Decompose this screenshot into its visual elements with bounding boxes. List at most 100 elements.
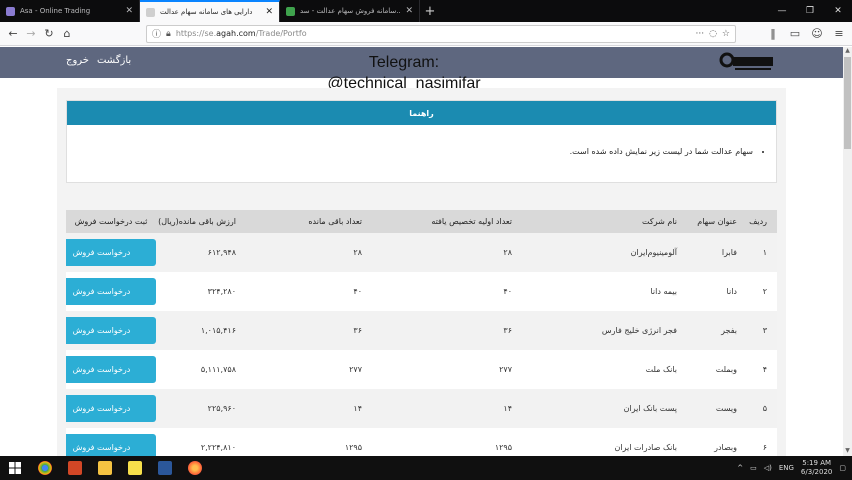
toolbar-right: ‖ ▭ ☺ ≡ [764,25,848,43]
agah-logo[interactable] [718,50,776,76]
restore-icon[interactable]: ❐ [796,0,824,22]
firefox-icon[interactable] [180,456,210,480]
cell-company: آلومینیوم‌ایران [522,233,687,272]
tab-title: Asa - Online Trading [20,7,91,15]
guide-title: راهنما [67,101,776,125]
guide-text: سهام عدالت شما در لیست زیر نمایش داده شد… [67,147,764,156]
col-header-symbol: عنوان سهام [687,210,747,233]
url-path: /Trade/Portfo [255,29,307,38]
volume-icon[interactable]: ◁) [764,464,772,472]
cell-company: بانک ملت [522,350,687,389]
cell-company: فجر انرژی خلیج فارس [522,311,687,350]
cell-symbol: وبصادر [687,428,747,456]
library-icon[interactable]: ‖ [764,25,782,43]
network-icon[interactable]: ▭ [750,464,757,472]
cell-initial: ۱۴ [372,389,522,428]
reload-icon[interactable]: ↻ [40,25,58,43]
cell-symbol: فابرا [687,233,747,272]
minimize-icon[interactable]: — [768,0,796,22]
col-header-company: نام شرکت [522,210,687,233]
powerpoint-icon[interactable] [60,456,90,480]
guide-list: سهام عدالت شما در لیست زیر نمایش داده شد… [67,125,776,156]
cell-row: ۳ [747,311,777,350]
cell-value: ۲,۲۲۴,۸۱۰ [156,428,246,456]
browser-nav-bar: ← → ↻ ⌂ ⓘ 🔒︎ https://se.agah.com/Trade/P… [0,22,852,46]
info-icon[interactable]: ⓘ [152,27,161,40]
sell-request-button[interactable]: درخواست فروش [66,317,156,344]
table-row: ۳ بفجر فجر انرژی خلیج فارس ۳۶ ۳۶ ۱,۰۱۵,۴… [66,311,777,350]
page-actions-icon[interactable]: ··· [695,29,704,39]
menu-icon[interactable]: ≡ [830,25,848,43]
new-tab-button[interactable]: + [420,0,440,22]
cell-row: ۶ [747,428,777,456]
scroll-down-arrow-icon[interactable]: ▼ [843,447,852,456]
col-header-initial: تعداد اولیه تخصیص یافته [372,210,522,233]
windows-start-icon[interactable] [0,456,30,480]
browser-tab-bar: Asa - Online Trading ✕ دارایی های سامانه… [0,0,852,22]
sell-request-button[interactable]: درخواست فروش [66,395,156,422]
cell-row: ۵ [747,389,777,428]
url-host: agah.com [216,29,256,38]
home-icon[interactable]: ⌂ [58,25,76,43]
pocket-icon[interactable]: ◌ [709,29,717,39]
sidebar-icon[interactable]: ▭ [786,25,804,43]
sell-request-button[interactable]: درخواست فروش [66,356,156,383]
cell-value: ۲۲۵,۹۶۰ [156,389,246,428]
language-indicator[interactable]: ENG [779,464,794,472]
url-prefix: https://se. [175,29,217,38]
cell-initial: ۱۲۹۵ [372,428,522,456]
scroll-up-arrow-icon[interactable]: ▲ [843,47,852,56]
close-tab-icon[interactable]: ✕ [125,6,133,16]
sticky-notes-icon[interactable] [120,456,150,480]
clock-time: 5:19 AM [802,459,832,467]
sell-request-button[interactable]: درخواست فروش [66,239,156,266]
clock-date: 6/3/2020 [800,468,833,476]
cell-remaining: ۴۰ [246,272,372,311]
cell-remaining: ۲۷۷ [246,350,372,389]
page-scrollbar[interactable]: ▲ ▼ [843,47,852,456]
address-bar[interactable]: ⓘ 🔒︎ https://se.agah.com/Trade/Portfo ··… [146,24,736,43]
back-arrow-icon[interactable]: ← [4,25,22,43]
cell-value: ۳۲۴,۲۸۰ [156,272,246,311]
word-icon[interactable] [150,456,180,480]
tray-chevron-icon[interactable]: ^ [737,464,743,472]
col-header-remaining: تعداد باقی مانده [246,210,372,233]
chrome-icon[interactable] [30,456,60,480]
scrollbar-thumb[interactable] [844,57,851,149]
back-link[interactable]: بازگشت [97,55,131,66]
cell-company: بانک صادرات ایران [522,428,687,456]
cell-symbol: وبملت [687,350,747,389]
header-nav: خروج بازگشت [66,55,131,66]
cell-company: بیمه دانا [522,272,687,311]
table-header-row: ردیف عنوان سهام نام شرکت تعداد اولیه تخص… [66,210,777,233]
notifications-icon[interactable]: ▢ [839,464,846,472]
col-header-action: ثبت درخواست فروش [66,210,156,233]
cell-action: درخواست فروش [66,311,156,350]
close-window-icon[interactable]: ✕ [824,0,852,22]
table-row: ۱ فابرا آلومینیوم‌ایران ۲۸ ۲۸ ۶۱۲,۹۴۸ در… [66,233,777,272]
cell-action: درخواست فروش [66,272,156,311]
cell-row: ۴ [747,350,777,389]
file-explorer-icon[interactable] [90,456,120,480]
browser-tab-1[interactable]: Asa - Online Trading ✕ [0,0,140,22]
cell-initial: ۲۸ [372,233,522,272]
browser-tab-2[interactable]: دارایی های سامانه سهام عدالت ✕ [140,0,280,22]
tab-favicon-icon [146,7,155,17]
tab-favicon-icon [286,6,295,16]
cell-company: پست بانک ایران [522,389,687,428]
clock[interactable]: 5:19 AM 6/3/2020 [801,459,832,477]
forward-arrow-icon[interactable]: → [22,25,40,43]
sell-request-button[interactable]: درخواست فروش [66,278,156,305]
logout-link[interactable]: خروج [66,55,89,66]
close-tab-icon[interactable]: ✕ [405,6,413,16]
tab-title: سامانه فروش سهام عدالت - سد... [300,7,400,15]
browser-tab-3[interactable]: سامانه فروش سهام عدالت - سد... ✕ [280,0,420,22]
sell-request-button[interactable]: درخواست فروش [66,434,156,456]
url-text[interactable]: https://se.agah.com/Trade/Portfo [176,29,691,38]
bookmark-star-icon[interactable]: ☆ [722,29,730,39]
account-icon[interactable]: ☺ [808,25,826,43]
cell-remaining: ۳۶ [246,311,372,350]
lock-icon: 🔒︎ [166,28,171,39]
table-row: ۶ وبصادر بانک صادرات ایران ۱۲۹۵ ۱۲۹۵ ۲,۲… [66,428,777,456]
close-tab-icon[interactable]: ✕ [265,7,273,17]
